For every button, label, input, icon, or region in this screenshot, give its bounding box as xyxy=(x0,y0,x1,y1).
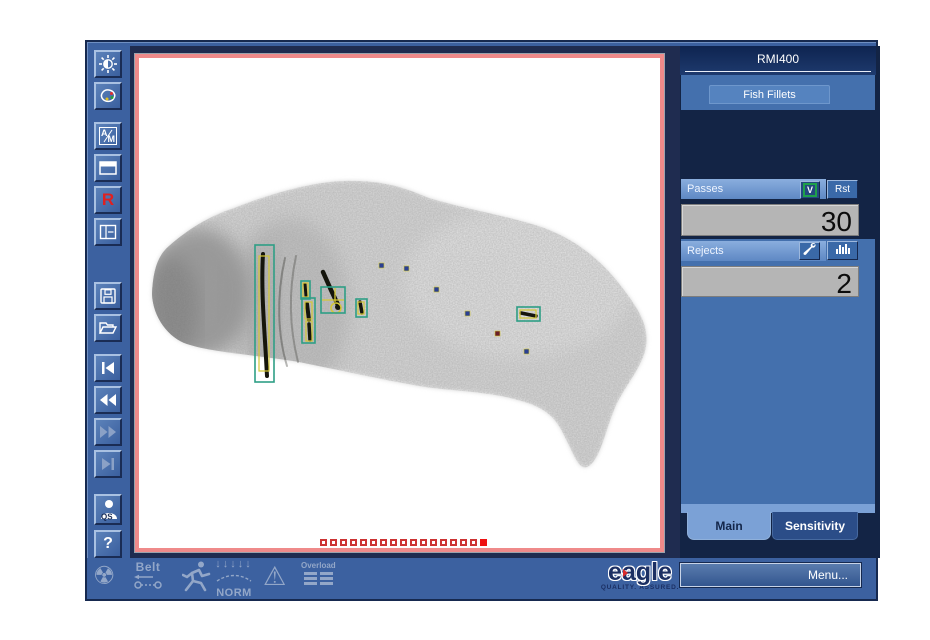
skip-start-button[interactable] xyxy=(94,354,122,382)
settings-button[interactable] xyxy=(799,242,820,260)
wrench-icon xyxy=(802,242,817,261)
app-window: A M R xyxy=(85,40,878,601)
progress-square xyxy=(390,539,397,546)
norm-label: NORM xyxy=(215,587,253,599)
runner-icon xyxy=(182,580,212,597)
image-frame xyxy=(130,46,680,558)
window-layout-button[interactable] xyxy=(94,154,122,182)
save-icon xyxy=(99,287,117,305)
histogram-button[interactable] xyxy=(827,241,858,260)
progress-square xyxy=(350,539,357,546)
rejects-value: 2 xyxy=(681,266,859,297)
counters-block: Passes V Rst 30 Rejects xyxy=(680,110,876,239)
overload-status: Overload xyxy=(301,561,336,585)
progress-square xyxy=(480,539,487,546)
foreign-object-marker xyxy=(434,287,439,292)
panel-layout-button[interactable] xyxy=(94,218,122,246)
overload-label: Overload xyxy=(301,561,336,570)
tab-main[interactable]: Main xyxy=(687,512,771,540)
tab-fish-fillets[interactable]: Fish Fillets xyxy=(709,85,830,104)
split-window-icon xyxy=(98,223,118,241)
progress-square xyxy=(440,539,447,546)
skip-end-button[interactable] xyxy=(94,450,122,478)
window-icon xyxy=(98,160,118,176)
folder-open-icon xyxy=(98,320,118,336)
foreign-object-marker xyxy=(379,263,384,268)
help-button[interactable]: ? xyxy=(94,530,122,558)
overload-bars-icon xyxy=(304,572,333,585)
verify-button[interactable]: V xyxy=(800,181,820,199)
progress-square xyxy=(330,539,337,546)
progress-squares xyxy=(320,539,487,546)
progress-square xyxy=(380,539,387,546)
progress-square xyxy=(410,539,417,546)
histogram-icon xyxy=(835,242,851,260)
menu-button[interactable]: Menu... xyxy=(680,563,861,587)
qs-user-button[interactable]: QS xyxy=(94,494,122,525)
foreign-object-marker xyxy=(524,349,529,354)
skip-end-icon xyxy=(99,456,117,472)
progress-square xyxy=(460,539,467,546)
conveyor-icon xyxy=(131,577,165,594)
progress-square xyxy=(470,539,477,546)
eagle-logo: eagle QUALITY. ASSURED. xyxy=(595,559,685,591)
radiation-icon: ☢ xyxy=(93,562,115,590)
image-red-border xyxy=(135,54,664,552)
brightness-button[interactable] xyxy=(94,50,122,78)
auto-manual-icon: A M xyxy=(99,127,117,145)
tab-sensitivity[interactable]: Sensitivity xyxy=(772,512,858,540)
panel-title: RMI400 xyxy=(680,46,876,75)
qs-user-icon: QS xyxy=(98,498,118,522)
progress-square xyxy=(370,539,377,546)
help-icon: ? xyxy=(103,535,113,553)
belt-label: Belt xyxy=(131,560,165,574)
status-bar: ☢ Belt xyxy=(87,558,876,599)
progress-square xyxy=(450,539,457,546)
palette-button[interactable] xyxy=(94,82,122,110)
xray-image-view xyxy=(139,58,660,548)
passes-value: 30 xyxy=(681,204,859,236)
fast-forward-icon xyxy=(98,424,118,440)
warning-icon: ⚠ xyxy=(263,561,286,591)
palette-icon xyxy=(98,86,118,106)
open-image-button[interactable] xyxy=(94,314,122,342)
reject-view-button[interactable]: R xyxy=(94,186,122,214)
left-toolbar: A M R xyxy=(87,42,130,558)
xray-fillet-image xyxy=(139,58,660,548)
fast-forward-button[interactable] xyxy=(94,418,122,446)
reject-r-icon: R xyxy=(102,190,114,210)
auto-manual-button[interactable]: A M xyxy=(94,122,122,150)
progress-square xyxy=(320,539,327,546)
right-panel: RMI400 Fish Fillets Passes V Rst 30 Reje… xyxy=(680,46,880,558)
progress-square xyxy=(430,539,437,546)
down-arrows-icon: ↓↓↓↓↓ xyxy=(215,560,253,569)
skip-start-icon xyxy=(99,360,117,376)
arc-icon xyxy=(215,569,253,586)
foreign-object-marker xyxy=(404,266,409,271)
norm-status: ↓↓↓↓↓ NORM xyxy=(215,560,253,599)
rewind-button[interactable] xyxy=(94,386,122,414)
save-button[interactable] xyxy=(94,282,122,310)
rewind-icon xyxy=(98,392,118,408)
progress-square xyxy=(340,539,347,546)
belt-status: Belt xyxy=(131,560,165,595)
progress-square xyxy=(360,539,367,546)
brightness-icon xyxy=(98,54,118,74)
verify-v-icon: V xyxy=(803,183,817,197)
reset-button[interactable]: Rst xyxy=(827,180,858,199)
logo-text-gle: gle xyxy=(636,558,672,586)
progress-square xyxy=(400,539,407,546)
foreign-object-marker xyxy=(495,331,500,336)
logo-text-a: a xyxy=(622,558,636,586)
emergency-run-status xyxy=(182,560,212,598)
progress-square xyxy=(420,539,427,546)
svg-text:QS: QS xyxy=(101,512,113,521)
foreign-object-marker xyxy=(465,311,470,316)
logo-text-e: e xyxy=(608,558,622,586)
